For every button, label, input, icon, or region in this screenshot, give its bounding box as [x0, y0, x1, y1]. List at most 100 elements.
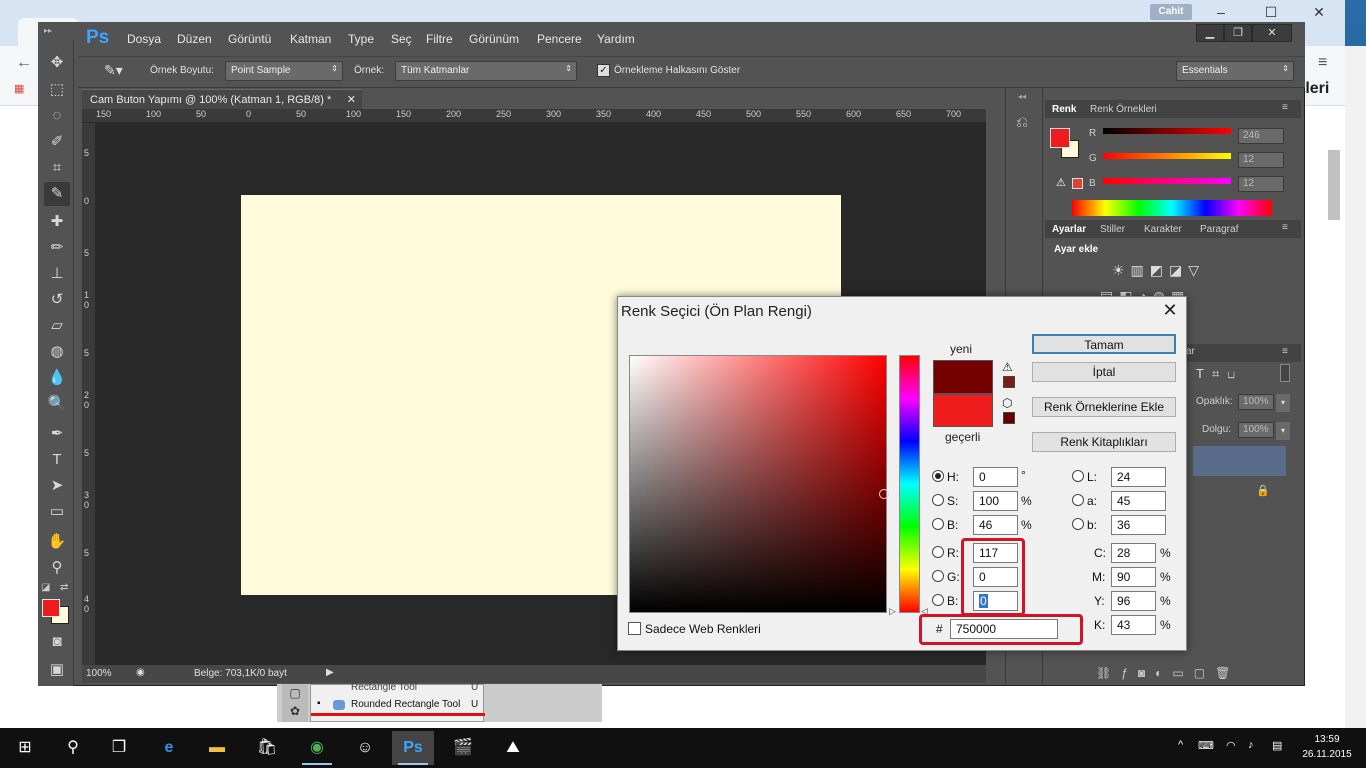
- blur-tool-icon[interactable]: 💧: [44, 366, 70, 390]
- browser-menu-icon[interactable]: ≡: [1318, 54, 1327, 72]
- r-radio[interactable]: [932, 546, 944, 558]
- m-field[interactable]: 90: [1111, 567, 1156, 587]
- zoom-level[interactable]: 100%: [86, 668, 112, 679]
- browser-scrollbar[interactable]: [1345, 46, 1366, 728]
- web-colors-only-checkbox[interactable]: [628, 622, 641, 635]
- quick-selection-tool-icon[interactable]: ✐: [44, 130, 70, 154]
- edge-icon[interactable]: e: [150, 731, 188, 765]
- taskbar-clock[interactable]: 13:59 26.11.2015: [1297, 732, 1357, 762]
- task-view-icon[interactable]: ❐: [100, 731, 138, 765]
- foreground-color-swatch[interactable]: [42, 599, 60, 617]
- dialog-close-icon[interactable]: ✕: [1160, 300, 1180, 320]
- movie-maker-icon[interactable]: 🎬: [444, 731, 482, 765]
- eyedropper-preset-icon[interactable]: ✎▾: [104, 62, 123, 79]
- browser-close-icon[interactable]: ✕: [1304, 0, 1334, 24]
- crop-tool-icon[interactable]: ⌗: [44, 156, 70, 180]
- eraser-tool-icon[interactable]: ▱: [44, 314, 70, 338]
- sampling-ring-checkbox[interactable]: ✓: [597, 64, 610, 77]
- clone-stamp-tool-icon[interactable]: ⊥: [44, 262, 70, 286]
- s-field[interactable]: 100: [973, 491, 1018, 511]
- restore-icon[interactable]: ❐: [1224, 24, 1252, 42]
- photoshop-taskbar-icon[interactable]: Ps: [394, 731, 432, 765]
- selected-layer-row[interactable]: [1193, 446, 1286, 476]
- opacity-field[interactable]: 100%: [1238, 394, 1274, 410]
- h-radio[interactable]: [932, 470, 944, 482]
- out-of-gamut-icon[interactable]: ⚠: [1002, 360, 1013, 374]
- photos-icon[interactable]: ⛰: [494, 731, 532, 765]
- shape-tool-icons[interactable]: ▢ ✿: [282, 684, 308, 722]
- browser-maximize-icon[interactable]: ☐: [1256, 0, 1286, 24]
- menu-duzen[interactable]: Düzen: [177, 32, 212, 46]
- lab-b-field[interactable]: 36: [1111, 515, 1166, 535]
- keyboard-icon[interactable]: ⌨: [1198, 739, 1214, 752]
- dodge-tool-icon[interactable]: 🔍: [44, 392, 70, 416]
- fill-field[interactable]: 100%: [1238, 422, 1274, 438]
- color-field[interactable]: [629, 355, 887, 613]
- sample-size-select[interactable]: Point Sample ⇕: [225, 61, 343, 81]
- color-spectrum-bar[interactable]: [1072, 200, 1272, 216]
- status-menu-arrow-icon[interactable]: ▶: [326, 667, 334, 678]
- gamut-warning-icon[interactable]: ⚠: [1056, 176, 1066, 189]
- flyout-rounded-rectangle-tool[interactable]: Rounded Rectangle Tool: [351, 699, 460, 710]
- default-colors-icon[interactable]: ◪: [41, 582, 50, 593]
- quick-mask-icon[interactable]: ◙: [44, 630, 70, 654]
- ok-button[interactable]: Tamam: [1032, 334, 1176, 354]
- menu-katman[interactable]: Katman: [290, 32, 331, 46]
- workspace-select[interactable]: Essentials ⇕: [1176, 61, 1294, 81]
- panel-menu-icon[interactable]: ≡: [1282, 222, 1288, 233]
- b-value-field[interactable]: 12: [1238, 176, 1284, 192]
- g-value-field[interactable]: 12: [1238, 152, 1284, 168]
- s-radio[interactable]: [932, 494, 944, 506]
- file-explorer-icon[interactable]: ▬: [198, 731, 236, 765]
- browser-user-badge[interactable]: Cahit: [1150, 4, 1192, 20]
- swap-colors-icon[interactable]: ⇄: [60, 582, 68, 593]
- l-radio[interactable]: [1072, 470, 1084, 482]
- fill-dropdown-icon[interactable]: ▾: [1276, 422, 1290, 440]
- document-close-icon[interactable]: ✕: [347, 93, 356, 106]
- color-field-cursor[interactable]: [879, 489, 889, 499]
- tray-chevron-icon[interactable]: ^: [1178, 739, 1183, 751]
- tab-karakter[interactable]: Karakter: [1144, 224, 1182, 235]
- screen-mode-icon[interactable]: ▣: [44, 658, 70, 682]
- a-field[interactable]: 45: [1111, 491, 1166, 511]
- hand-tool-icon[interactable]: ✋: [44, 530, 70, 554]
- adjustment-icons-row[interactable]: ☀▥◩◪▽: [1112, 262, 1205, 279]
- browser-back-icon[interactable]: ←: [16, 54, 32, 72]
- rectangle-tool-icon[interactable]: ▭: [44, 500, 70, 524]
- b-radio[interactable]: [932, 518, 944, 530]
- sample-select[interactable]: Tüm Katmanlar ⇕: [395, 61, 577, 81]
- paint-bucket-tool-icon[interactable]: ◍: [44, 340, 70, 364]
- current-color-swatch[interactable]: [933, 394, 993, 427]
- c-field[interactable]: 28: [1111, 543, 1156, 563]
- lab-b-radio[interactable]: [1072, 518, 1084, 530]
- cancel-button[interactable]: İptal: [1032, 362, 1176, 382]
- collapse-arrows-icon[interactable]: ▸▸: [44, 26, 52, 35]
- app-icon[interactable]: ☺: [346, 731, 384, 765]
- add-to-swatches-button[interactable]: Renk Örneklerine Ekle: [1032, 397, 1176, 417]
- browser-minimize-icon[interactable]: –: [1206, 0, 1236, 24]
- zoom-tool-icon[interactable]: ⚲: [44, 556, 70, 580]
- brush-tool-icon[interactable]: ✏: [44, 236, 70, 260]
- history-panel-icon[interactable]: ⎌: [1016, 114, 1028, 131]
- marquee-tool-icon[interactable]: ⬚: [44, 78, 70, 102]
- hue-slider[interactable]: [899, 355, 920, 613]
- color-libraries-button[interactable]: Renk Kitaplıkları: [1032, 432, 1176, 452]
- eyedropper-tool-icon[interactable]: ✎: [44, 182, 70, 206]
- healing-brush-tool-icon[interactable]: ✚: [44, 210, 70, 234]
- lasso-tool-icon[interactable]: ◌: [44, 104, 70, 128]
- tab-paragraf[interactable]: Paragraf: [1200, 224, 1238, 235]
- notification-icon[interactable]: ▤: [1272, 739, 1282, 752]
- k-field[interactable]: 43: [1111, 615, 1156, 635]
- layers-footer-icons[interactable]: ⛓ƒ◙◐▭▢🗑: [1096, 666, 1240, 680]
- flyout-rectangle-tool[interactable]: Rectangle Tool: [351, 682, 417, 693]
- menu-dosya[interactable]: Dosya: [127, 32, 161, 46]
- layer-filter-icons[interactable]: T⌗⊔: [1196, 366, 1243, 382]
- menu-type[interactable]: Type: [348, 32, 374, 46]
- status-info-icon[interactable]: ◉: [136, 667, 145, 678]
- gamut-correction-swatch[interactable]: [1003, 376, 1015, 388]
- chrome-icon[interactable]: ◉: [298, 731, 336, 765]
- menu-filtre[interactable]: Filtre: [426, 32, 453, 46]
- document-tab[interactable]: Cam Buton Yapımı @ 100% (Katman 1, RGB/8…: [82, 89, 362, 109]
- tab-renk[interactable]: Renk: [1052, 104, 1076, 115]
- hue-slider-left-arrow-icon[interactable]: ▷: [889, 606, 896, 617]
